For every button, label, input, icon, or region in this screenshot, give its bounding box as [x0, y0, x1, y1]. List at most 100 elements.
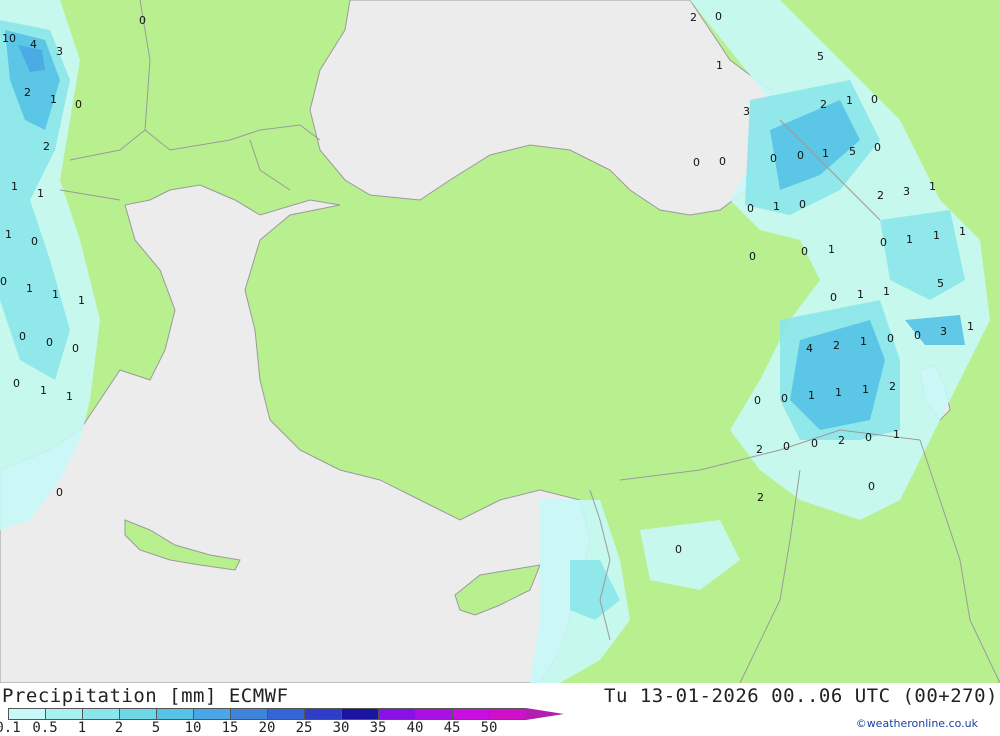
- map-value-label: 4: [30, 38, 37, 51]
- legend-swatch: [8, 708, 45, 720]
- map-value-label: 0: [797, 149, 804, 162]
- map-value-label: 1: [967, 320, 974, 333]
- legend-tick-label: 40: [406, 720, 424, 736]
- legend-tick-label: 15: [221, 720, 239, 736]
- legend-swatch: [304, 708, 341, 720]
- map-value-label: 1: [52, 288, 59, 301]
- map-value-label: 0: [719, 155, 726, 168]
- map-value-label: 5: [817, 50, 824, 63]
- legend-swatch: [119, 708, 156, 720]
- map-value-label: 1: [828, 243, 835, 256]
- legend-tick-label: 20: [258, 720, 276, 736]
- map-value-label: 3: [940, 325, 947, 338]
- valid-time: Tu 13-01-2026 00..06 UTC (00+270): [604, 685, 998, 707]
- map-value-label: 1: [37, 187, 44, 200]
- map-value-label: 2: [690, 11, 697, 24]
- legend-tick-label: 30: [332, 720, 350, 736]
- map-value-label: 0: [754, 394, 761, 407]
- map-value-label: 1: [808, 389, 815, 402]
- map-value-label: 0: [19, 330, 26, 343]
- map-value-label: 0: [72, 342, 79, 355]
- map-value-label: 3: [743, 105, 750, 118]
- map-value-label: 1: [933, 229, 940, 242]
- map-value-label: 0: [13, 377, 20, 390]
- map-value-label: 4: [806, 342, 813, 355]
- map-value-label: 0: [871, 93, 878, 106]
- legend-arrow: [526, 708, 564, 720]
- map-value-label: 0: [139, 14, 146, 27]
- map-value-label: 1: [78, 294, 85, 307]
- legend-tick-label: 45: [443, 720, 461, 736]
- legend-swatch: [378, 708, 415, 720]
- legend-swatch: [82, 708, 119, 720]
- map-value-label: 0: [914, 329, 921, 342]
- map-value-label: 0: [693, 156, 700, 169]
- footer-bar: Precipitation [mm] ECMWF Tu 13-01-2026 0…: [0, 683, 1000, 736]
- map-value-label: 1: [862, 383, 869, 396]
- map-value-label: 1: [959, 225, 966, 238]
- legend-swatch: [489, 708, 526, 720]
- legend-tick-label: 35: [369, 720, 387, 736]
- legend-swatch: [415, 708, 452, 720]
- legend-swatch: [45, 708, 82, 720]
- map-value-label: 0: [56, 486, 63, 499]
- map-value-label: 1: [857, 288, 864, 301]
- map-value-label: 0: [0, 275, 7, 288]
- map-value-label: 1: [66, 390, 73, 403]
- map-value-label: 10: [2, 32, 16, 45]
- map-value-label: 2: [833, 339, 840, 352]
- legend-tick-label: 0.5: [32, 720, 58, 736]
- map-value-label: 1: [883, 285, 890, 298]
- legend-tick-label: 0.1: [0, 720, 21, 736]
- map-value-label: 1: [893, 428, 900, 441]
- map-value-label: 0: [880, 236, 887, 249]
- map-value-label: 0: [747, 202, 754, 215]
- map-value-label: 1: [773, 200, 780, 213]
- map-value-label: 1: [906, 233, 913, 246]
- legend-tick-label: 2: [114, 720, 124, 736]
- map-value-label: 1: [929, 180, 936, 193]
- map-value-label: 0: [801, 245, 808, 258]
- map-value-label: 0: [811, 437, 818, 450]
- map-value-label: 1: [822, 147, 829, 160]
- map-value-label: 1: [5, 228, 12, 241]
- legend-tick-label: 25: [295, 720, 313, 736]
- map-value-label: 2: [889, 380, 896, 393]
- map-value-label: 0: [874, 141, 881, 154]
- map-value-label: 0: [31, 235, 38, 248]
- legend-tick-label: 5: [151, 720, 161, 736]
- map-value-label: 3: [56, 45, 63, 58]
- map-value-label: 1: [835, 386, 842, 399]
- precipitation-map: 0 10 4 3 2 1 0 2 1 1 1 0 1 1 0 0 1 0 0 1…: [0, 0, 1000, 683]
- map-value-label: 0: [675, 543, 682, 556]
- map-value-label: 0: [868, 480, 875, 493]
- map-value-label: 2: [820, 98, 827, 111]
- map-value-label: 2: [756, 443, 763, 456]
- legend-swatch: [267, 708, 304, 720]
- map-value-label: 2: [877, 189, 884, 202]
- legend-swatch: [341, 708, 378, 720]
- map-value-label: 0: [799, 198, 806, 211]
- map-value-label: 2: [24, 86, 31, 99]
- legend-tick-label: 1: [77, 720, 87, 736]
- map-value-label: 1: [846, 94, 853, 107]
- map-value-label: 1: [860, 335, 867, 348]
- legend-swatch: [452, 708, 489, 720]
- map-value-label: 0: [749, 250, 756, 263]
- map-title: Precipitation [mm] ECMWF: [2, 685, 289, 707]
- map-value-label: 0: [781, 392, 788, 405]
- credit-link[interactable]: ©weatheronline.co.uk: [856, 717, 978, 730]
- map-value-label: 1: [40, 384, 47, 397]
- legend-tick-label: 10: [184, 720, 202, 736]
- legend-tick-label: 50: [480, 720, 498, 736]
- map-value-label: 0: [783, 440, 790, 453]
- map-value-label: 0: [770, 152, 777, 165]
- map-value-label: 0: [887, 332, 894, 345]
- map-value-label: 1: [50, 93, 57, 106]
- map-value-label: 2: [838, 434, 845, 447]
- map-value-label: 1: [716, 59, 723, 72]
- map-value-label: 1: [26, 282, 33, 295]
- map-value-label: 0: [75, 98, 82, 111]
- map-value-label: 0: [46, 336, 53, 349]
- legend-swatch: [193, 708, 230, 720]
